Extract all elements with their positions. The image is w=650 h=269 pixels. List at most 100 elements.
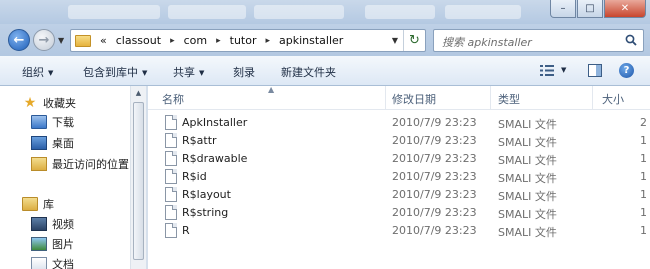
file-icon — [165, 169, 177, 184]
file-type: SMALI 文件 — [498, 190, 557, 203]
breadcrumb-segment[interactable]: classout — [116, 34, 161, 47]
recent-pages-dropdown[interactable]: ▼ — [58, 36, 64, 45]
nav-item-label: 图片 — [52, 238, 74, 251]
column-header-size[interactable]: 大小 — [602, 91, 624, 107]
help-icon[interactable]: ? — [619, 63, 634, 78]
file-type: SMALI 文件 — [498, 208, 557, 221]
address-history-dropdown[interactable]: ▼ — [387, 30, 403, 51]
nav-item-favorites[interactable]: ★ 收藏夹 — [22, 94, 76, 112]
search-icon[interactable] — [625, 34, 637, 46]
file-date: 2010/7/9 23:23 — [392, 152, 477, 165]
new-folder-button[interactable]: 新建文件夹 — [281, 64, 336, 80]
breadcrumb-segment[interactable]: com — [184, 34, 208, 47]
minimize-button[interactable]: – — [550, 0, 576, 18]
file-date: 2010/7/9 23:23 — [392, 116, 477, 129]
file-date: 2010/7/9 23:23 — [392, 224, 477, 237]
refresh-icon: ↻ — [409, 33, 420, 48]
file-icon — [165, 133, 177, 148]
file-name: R — [182, 224, 190, 237]
column-divider[interactable] — [385, 86, 386, 110]
maximize-button[interactable]: □ — [577, 0, 603, 18]
column-divider[interactable] — [592, 86, 593, 110]
preview-pane-icon[interactable] — [588, 64, 602, 77]
file-name: R$layout — [182, 188, 231, 201]
nav-item-label: 视频 — [52, 218, 74, 231]
close-button[interactable]: ✕ — [604, 0, 646, 18]
view-options-dropdown[interactable]: ▼ — [561, 66, 566, 74]
breadcrumb-segment[interactable]: apkinstaller — [279, 34, 343, 47]
include-library-menu[interactable]: 包含到库中 ▼ — [83, 64, 147, 80]
breadcrumb-separator-icon[interactable]: ▸ — [265, 36, 270, 46]
file-type: SMALI 文件 — [498, 226, 557, 239]
nav-item-label: 文档 — [52, 258, 74, 269]
file-size: 1 — [640, 224, 647, 237]
nav-item-label: 库 — [43, 198, 54, 211]
file-size: 1 — [640, 170, 647, 183]
taskbar-tab-blur — [254, 5, 344, 19]
file-list: ▲ 名称 修改日期 类型 大小 ApkInstaller 2010/7/9 23… — [148, 85, 650, 269]
navigation-pane: ★ 收藏夹 下载 桌面 最近访问的位置 库 视频 图片 文档 — [0, 86, 146, 269]
column-divider[interactable] — [490, 86, 491, 110]
nav-item-label: 下载 — [52, 116, 74, 129]
nav-item-videos[interactable]: 视频 — [31, 215, 74, 233]
folder-icon — [75, 34, 91, 47]
nav-item-label: 收藏夹 — [43, 97, 76, 110]
file-type: SMALI 文件 — [498, 118, 557, 131]
file-name: ApkInstaller — [182, 116, 248, 129]
star-icon: ★ — [23, 95, 37, 111]
file-name: R$attr — [182, 134, 217, 147]
nav-item-documents[interactable]: 文档 — [31, 255, 74, 269]
nav-item-desktop[interactable]: 桌面 — [31, 134, 74, 152]
document-library-icon — [31, 257, 47, 269]
chevron-down-icon: ▼ — [199, 69, 205, 77]
file-row[interactable]: R$drawable 2010/7/9 23:23 SMALI 文件 1 — [148, 150, 650, 168]
file-icon — [165, 151, 177, 166]
column-header-name[interactable]: 名称 — [162, 91, 184, 107]
file-size: 1 — [640, 206, 647, 219]
back-button[interactable]: ← — [8, 29, 30, 51]
column-header-type[interactable]: 类型 — [498, 91, 520, 107]
navigation-scrollbar[interactable]: ▲ — [130, 86, 146, 269]
file-row[interactable]: R$string 2010/7/9 23:23 SMALI 文件 1 — [148, 204, 650, 222]
breadcrumb-separator-icon[interactable]: ▸ — [170, 36, 175, 46]
address-bar[interactable]: « classout ▸ com ▸ tutor ▸ apkinstaller … — [70, 29, 426, 52]
file-size: 1 — [640, 152, 647, 165]
search-input[interactable]: 搜索 apkinstaller — [433, 29, 644, 52]
file-row[interactable]: R$layout 2010/7/9 23:23 SMALI 文件 1 — [148, 186, 650, 204]
breadcrumb-separator-icon[interactable]: ▸ — [216, 36, 221, 46]
nav-item-pictures[interactable]: 图片 — [31, 235, 74, 253]
share-label: 共享 — [173, 66, 195, 79]
file-row[interactable]: R$id 2010/7/9 23:23 SMALI 文件 1 — [148, 168, 650, 186]
arrow-left-icon: ← — [13, 32, 25, 48]
arrow-right-icon: → — [38, 32, 50, 48]
nav-item-label: 最近访问的位置 — [52, 158, 129, 171]
file-type: SMALI 文件 — [498, 136, 557, 149]
view-options-icon[interactable] — [540, 65, 554, 76]
nav-item-downloads[interactable]: 下载 — [31, 113, 74, 131]
file-row[interactable]: R 2010/7/9 23:23 SMALI 文件 1 — [148, 222, 650, 240]
file-date: 2010/7/9 23:23 — [392, 134, 477, 147]
scroll-up-icon[interactable]: ▲ — [131, 86, 146, 100]
file-size: 1 — [640, 134, 647, 147]
scrollbar-thumb[interactable] — [133, 102, 144, 260]
forward-button[interactable]: → — [33, 29, 55, 51]
recent-places-icon — [31, 157, 47, 171]
breadcrumb-segment[interactable]: tutor — [230, 34, 257, 47]
file-size: 2 — [640, 116, 647, 129]
taskbar-tab-blur — [365, 5, 435, 19]
file-name: R$id — [182, 170, 207, 183]
nav-item-libraries[interactable]: 库 — [22, 195, 54, 213]
file-icon — [165, 187, 177, 202]
burn-button[interactable]: 刻录 — [233, 64, 255, 80]
desktop-icon — [31, 136, 47, 150]
file-row[interactable]: R$attr 2010/7/9 23:23 SMALI 文件 1 — [148, 132, 650, 150]
breadcrumb-overflow[interactable]: « — [100, 34, 107, 47]
file-row[interactable]: ApkInstaller 2010/7/9 23:23 SMALI 文件 2 — [148, 114, 650, 132]
share-menu[interactable]: 共享 ▼ — [173, 64, 204, 80]
file-type: SMALI 文件 — [498, 172, 557, 185]
nav-item-recent[interactable]: 最近访问的位置 — [31, 155, 129, 173]
organize-menu[interactable]: 组织 ▼ — [22, 64, 53, 80]
file-icon — [165, 205, 177, 220]
refresh-button[interactable]: ↻ — [403, 30, 425, 51]
column-header-date[interactable]: 修改日期 — [392, 91, 436, 107]
